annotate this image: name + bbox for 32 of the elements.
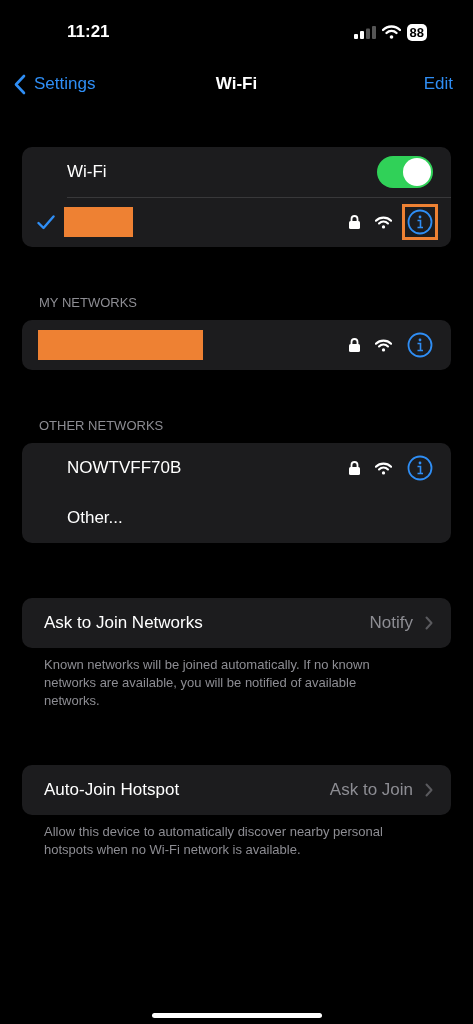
section-header: OTHER NETWORKS <box>39 418 165 433</box>
page-title: Wi-Fi <box>215 74 258 94</box>
other-network-link[interactable]: Other... <box>67 508 433 528</box>
setting-row[interactable]: Ask to Join Networks Notify <box>22 598 451 648</box>
info-button[interactable] <box>402 204 438 240</box>
battery-level: 88 <box>406 23 427 41</box>
chevron-right-icon <box>425 616 433 630</box>
info-icon <box>407 209 433 235</box>
section-header: MY NETWORKS <box>39 295 138 310</box>
wifi-label: Wi-Fi <box>67 162 108 182</box>
setting-row[interactable]: Auto-Join Hotspot Ask to Join <box>22 765 451 815</box>
redaction-block <box>64 207 133 237</box>
info-icon <box>407 332 433 358</box>
wifi-icon <box>381 25 401 39</box>
setting-value: Notify <box>369 613 413 633</box>
setting-footnote: Allow this device to automatically discover nearby personal hotspots when no Wi-Fi network is available. <box>44 823 384 859</box>
network-name[interactable]: NOWTVFF70B <box>67 458 349 478</box>
back-button[interactable]: Settings <box>14 73 96 95</box>
setting-label: Auto-Join Hotspot <box>44 780 181 800</box>
wifi-icon <box>375 215 392 229</box>
setting-label: Ask to Join Networks <box>44 613 204 633</box>
wifi-icon <box>375 461 392 475</box>
chevron-right-icon <box>425 783 433 797</box>
setting-value: Ask to Join <box>329 780 413 800</box>
signal-icon <box>353 25 376 39</box>
wifi-icon <box>375 338 392 352</box>
chevron-left-icon <box>14 73 26 95</box>
setting-footnote: Known networks will be joined automatically. If no known networks are available, you will be notified of available networks. <box>44 656 371 710</box>
info-icon <box>407 455 433 481</box>
edit-button[interactable]: Edit <box>423 74 453 94</box>
status-time: 11:21 <box>67 22 110 42</box>
wifi-toggle[interactable] <box>377 156 433 188</box>
